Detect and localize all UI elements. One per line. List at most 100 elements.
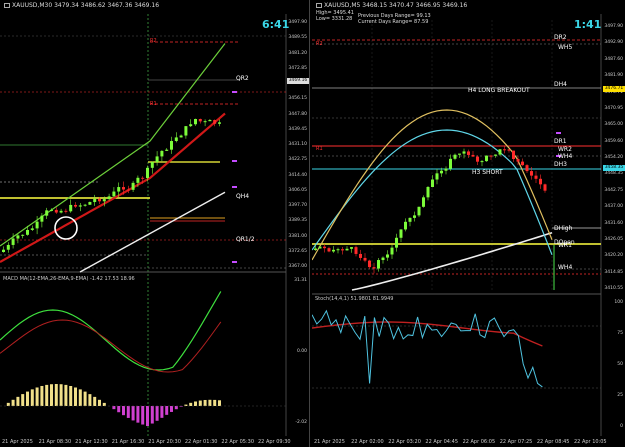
m5-price-axis[interactable]: 3497.90 3492.90 3487.60 3481.90 3476.71 3470.… (601, 24, 625, 292)
macd-histogram-bar (198, 400, 202, 406)
h3-short-label: H3 SHORT (472, 169, 503, 176)
candle-body (69, 204, 73, 212)
level-dh3-label: DH3 (554, 161, 567, 168)
time-tick-label: 21 Apr 2025 (314, 439, 345, 445)
range-info-2: Previous Days Range= 99.13 Current Days … (358, 13, 431, 25)
candle-body (498, 149, 502, 155)
macd-histogram-bar (141, 406, 145, 425)
candle-body (417, 206, 421, 216)
macd-histogram-bar (11, 399, 15, 406)
candle-body (530, 171, 533, 176)
candle-body (59, 210, 63, 213)
macd-axis: 31.31 0.00 -2.02 (285, 278, 309, 426)
time-tick-label: 21 Apr 2025 (2, 439, 33, 445)
candle-body (174, 137, 178, 142)
m30-chart-window[interactable]: XAUUSD,M30 3479.34 3486.62 3467.36 3469.… (0, 0, 310, 447)
axis-tick-label: 0.00 (296, 349, 307, 354)
axis-tick-label: 3481.20 (288, 50, 307, 56)
axis-tick-label: 75 (617, 331, 623, 336)
candle-body (314, 248, 317, 250)
candle-body (83, 204, 87, 206)
m30-current-price-tag: 3469.16 (287, 78, 309, 84)
level-r2-label: R2 (316, 41, 323, 47)
macd-histogram-bar (21, 394, 25, 406)
candle-body (21, 234, 25, 236)
m30-price-axis[interactable]: 3497.903489.553481.203472.853464.503456.… (285, 20, 309, 270)
candle-body (50, 209, 53, 211)
candle-body (525, 165, 529, 172)
candle-body (170, 141, 173, 150)
macd-histogram-bar (174, 406, 178, 410)
candle-body (467, 151, 470, 155)
level-r2-label: R2 (150, 38, 157, 44)
macd-histogram-bar (112, 406, 116, 410)
time-tick-label: 21 Apr 20:30 (148, 439, 181, 445)
candle-body (45, 210, 49, 216)
candle-body (395, 237, 398, 248)
candle-body (354, 247, 358, 254)
candle-body (381, 257, 385, 261)
m5-chart-window[interactable]: XAUUSD,M5 3468.15 3470.47 3466.95 3469.1… (312, 0, 625, 447)
level-r1-label: R1 (150, 101, 157, 107)
level-qr2-label: QR2 (236, 75, 249, 82)
axis-tick-label: 3465.00 (604, 122, 623, 128)
time-tick-label: 22 Apr 04:45 (425, 439, 459, 445)
m30-chart-canvas[interactable] (0, 0, 310, 447)
candle-body (74, 204, 77, 207)
axis-tick-label: 3497.90 (604, 24, 623, 29)
macd-histogram-bar (83, 391, 87, 406)
candle-body (102, 199, 106, 202)
macd-histogram-bar (136, 406, 140, 423)
candle-body (141, 177, 145, 179)
candle-body (390, 247, 394, 255)
candle-body (208, 120, 212, 122)
macd-histogram-bar (160, 406, 164, 418)
level-qh4-label: QH4 (236, 193, 250, 200)
candle-body (408, 217, 412, 222)
time-tick-label: 22 Apr 09:30 (258, 439, 291, 445)
pivot-marker (232, 91, 237, 93)
candle-body (453, 154, 457, 159)
axis-tick-label: 3397.70 (288, 203, 307, 208)
axis-tick-label: -2.02 (295, 420, 307, 425)
macd-histogram-bar (117, 406, 121, 413)
candle-body (131, 182, 135, 190)
stoch-axis: 100 75 50 25 0 (601, 300, 625, 430)
candle-body (521, 161, 524, 166)
m5-symbol-header: XAUUSD,M5 3468.15 3470.47 3466.95 3469.1… (316, 2, 467, 9)
candle-body (471, 154, 475, 157)
candle-body (112, 191, 116, 197)
price-tag-mid: 3458.35 (603, 165, 625, 171)
candle-body (327, 248, 331, 252)
candle-body (40, 215, 44, 222)
macd-histogram-bar (59, 384, 63, 406)
m30-time-axis[interactable]: 21 Apr 2025 21 Apr 08:30 21 Apr 12:30 21 Ap… (0, 437, 291, 447)
candle-body (184, 126, 188, 136)
axis-tick-label: 3497.90 (288, 20, 307, 25)
candle-body (336, 249, 340, 251)
candle-body (98, 198, 101, 202)
level-r1-label: R1 (316, 146, 323, 152)
candle-body (359, 253, 362, 258)
candle-body (122, 187, 125, 190)
macd-histogram-bar (50, 384, 53, 406)
axis-tick-label: 3381.00 (288, 233, 307, 239)
m5-time-axis[interactable]: 21 Apr 2025 22 Apr 02:00 22 Apr 03:20 22 Ap… (312, 437, 607, 447)
candle-body (516, 159, 520, 162)
candle-body (503, 149, 506, 151)
axis-tick-label: 3439.45 (288, 126, 307, 132)
range-info: High= 3495.41 Low= 3331.28 (316, 10, 354, 22)
axis-tick-label: 25 (617, 393, 623, 398)
m5-chart-canvas[interactable] (312, 0, 625, 447)
candle-body (107, 196, 111, 200)
macd-histogram-bar (165, 406, 169, 415)
candle-body (480, 161, 484, 163)
axis-tick-label: 100 (614, 300, 623, 305)
axis-tick-label: 3431.60 (604, 220, 623, 226)
axis-tick-label: 3426.05 (604, 236, 623, 242)
candle-body (543, 184, 547, 191)
level-dr1-label: DR1 (554, 138, 567, 145)
h4-long-breakout-label: H4 LONG BREAKOUT (468, 87, 530, 94)
candle-body (179, 135, 183, 138)
macd-histogram-bar (146, 406, 149, 427)
